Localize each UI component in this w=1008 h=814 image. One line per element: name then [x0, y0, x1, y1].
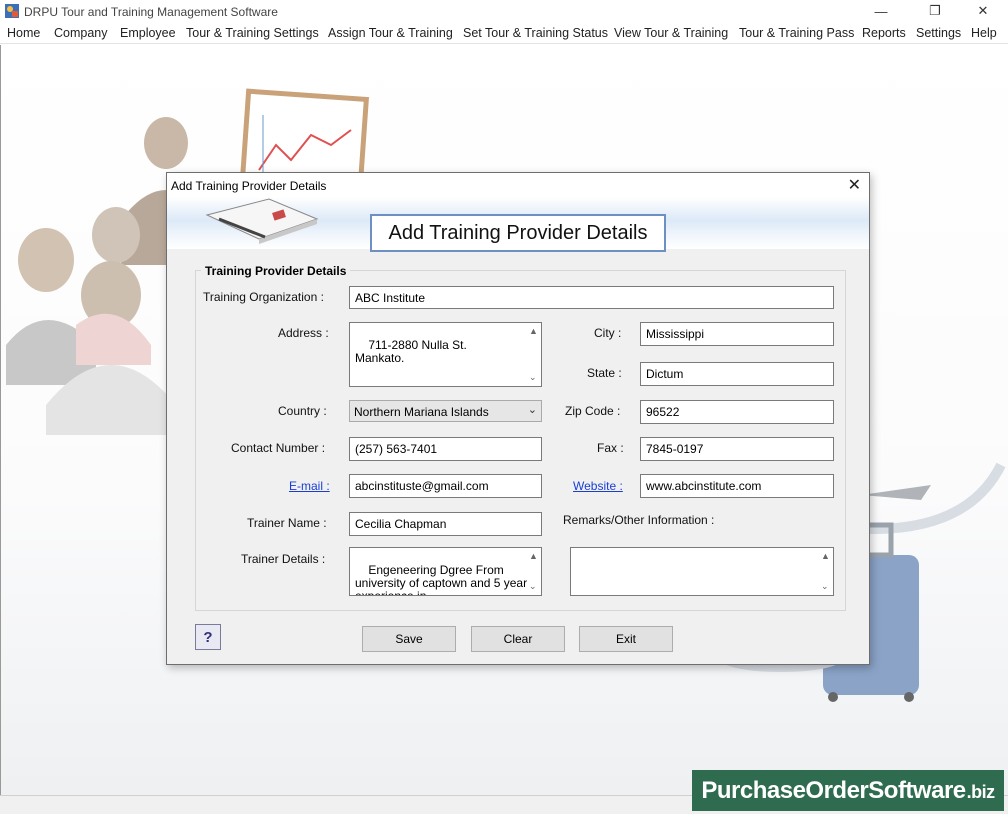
watermark-banner: PurchaseOrderSoftware .biz — [692, 770, 1004, 811]
remarks-scrollbar[interactable]: ▲ ⌄ — [819, 548, 833, 595]
country-selected: Northern Mariana Islands — [354, 405, 489, 419]
trainer-details-scrollbar[interactable]: ▲ ⌄ — [527, 548, 541, 595]
scroll-down-icon[interactable]: ⌄ — [821, 580, 829, 593]
menu-home[interactable]: Home — [7, 26, 40, 40]
address-field[interactable]: 711-2880 Nulla St. Mankato. ▲ ⌄ — [349, 322, 542, 387]
add-training-provider-dialog: Add Training Provider Details ✕ Add Trai… — [166, 172, 870, 665]
scroll-down-icon[interactable]: ⌄ — [529, 371, 537, 384]
dialog-title: Add Training Provider Details — [171, 179, 327, 193]
menu-bar: Home Company Employee Tour & Training Se… — [0, 24, 1008, 44]
email-link[interactable]: E-mail : — [289, 479, 330, 493]
chevron-down-icon: ⌄ — [527, 404, 537, 416]
zip-label: Zip Code : — [565, 404, 621, 418]
website-field[interactable]: www.abcinstitute.com — [640, 474, 834, 498]
zip-field[interactable]: 96522 — [640, 400, 834, 424]
address-text: 711-2880 Nulla St. Mankato. — [355, 338, 467, 365]
menu-help[interactable]: Help — [971, 26, 997, 40]
scroll-up-icon[interactable]: ▲ — [529, 325, 538, 338]
contact-field[interactable]: (257) 563-7401 — [349, 437, 542, 461]
menu-settings[interactable]: Settings — [916, 26, 961, 40]
email-field[interactable]: abcinstituste@gmail.com — [349, 474, 542, 498]
menu-company[interactable]: Company — [54, 26, 108, 40]
save-button[interactable]: Save — [362, 626, 456, 652]
app-title: DRPU Tour and Training Management Softwa… — [24, 5, 278, 19]
website-link[interactable]: Website : — [573, 479, 623, 493]
remarks-label: Remarks/Other Information : — [563, 513, 715, 527]
menu-employee[interactable]: Employee — [120, 26, 176, 40]
address-scrollbar[interactable]: ▲ ⌄ — [527, 323, 541, 386]
menu-set-tour-training-status[interactable]: Set Tour & Training Status — [463, 26, 608, 40]
trainer-name-field[interactable]: Cecilia Chapman — [349, 512, 542, 536]
contact-label: Contact Number : — [231, 441, 326, 455]
close-window-button[interactable]: ✕ — [960, 0, 1006, 22]
menu-assign-tour-training[interactable]: Assign Tour & Training — [328, 26, 453, 40]
help-button[interactable]: ? — [195, 624, 221, 650]
exit-button[interactable]: Exit — [579, 626, 673, 652]
country-label: Country : — [278, 404, 327, 418]
fax-label: Fax : — [597, 441, 624, 455]
trainer-details-label: Trainer Details : — [241, 552, 326, 566]
state-field[interactable]: Dictum — [640, 362, 834, 386]
trainer-details-field[interactable]: Engeneering Dgree From university of cap… — [349, 547, 542, 596]
minimize-button[interactable]: — — [858, 0, 904, 22]
organization-label: Training Organization : — [203, 290, 324, 304]
app-logo-icon — [5, 4, 19, 18]
app-titlebar: DRPU Tour and Training Management Softwa… — [0, 0, 1008, 24]
group-label: Training Provider Details — [201, 264, 351, 278]
trainer-name-label: Trainer Name : — [247, 516, 327, 530]
menu-view-tour-training[interactable]: View Tour & Training — [614, 26, 728, 40]
watermark-suffix: .biz — [966, 782, 996, 802]
country-dropdown[interactable]: Northern Mariana Islands ⌄ — [349, 400, 542, 422]
notebook-pen-icon — [205, 198, 319, 244]
organization-field[interactable]: ABC Institute — [349, 286, 834, 309]
city-field[interactable]: Mississippi — [640, 322, 834, 346]
city-label: City : — [594, 326, 622, 340]
banner-title: Add Training Provider Details — [370, 214, 666, 252]
dialog-close-button[interactable]: ✕ — [848, 175, 861, 195]
menu-tour-training-settings[interactable]: Tour & Training Settings — [186, 26, 319, 40]
fax-field[interactable]: 7845-0197 — [640, 437, 834, 461]
address-label: Address : — [278, 326, 329, 340]
scroll-up-icon[interactable]: ▲ — [529, 550, 538, 563]
dialog-banner: Add Training Provider Details — [167, 197, 869, 252]
trainer-details-text: Engeneering Dgree From university of cap… — [355, 563, 528, 596]
clear-button[interactable]: Clear — [471, 626, 565, 652]
scroll-down-icon[interactable]: ⌄ — [529, 580, 537, 593]
maximize-button[interactable]: ❐ — [912, 0, 958, 22]
dialog-titlebar: Add Training Provider Details ✕ — [167, 173, 869, 197]
menu-tour-training-pass[interactable]: Tour & Training Pass — [739, 26, 854, 40]
state-label: State : — [587, 366, 622, 380]
watermark-main: PurchaseOrderSoftware — [701, 776, 966, 804]
scroll-up-icon[interactable]: ▲ — [821, 550, 830, 563]
remarks-field[interactable]: ▲ ⌄ — [570, 547, 834, 596]
menu-reports[interactable]: Reports — [862, 26, 906, 40]
